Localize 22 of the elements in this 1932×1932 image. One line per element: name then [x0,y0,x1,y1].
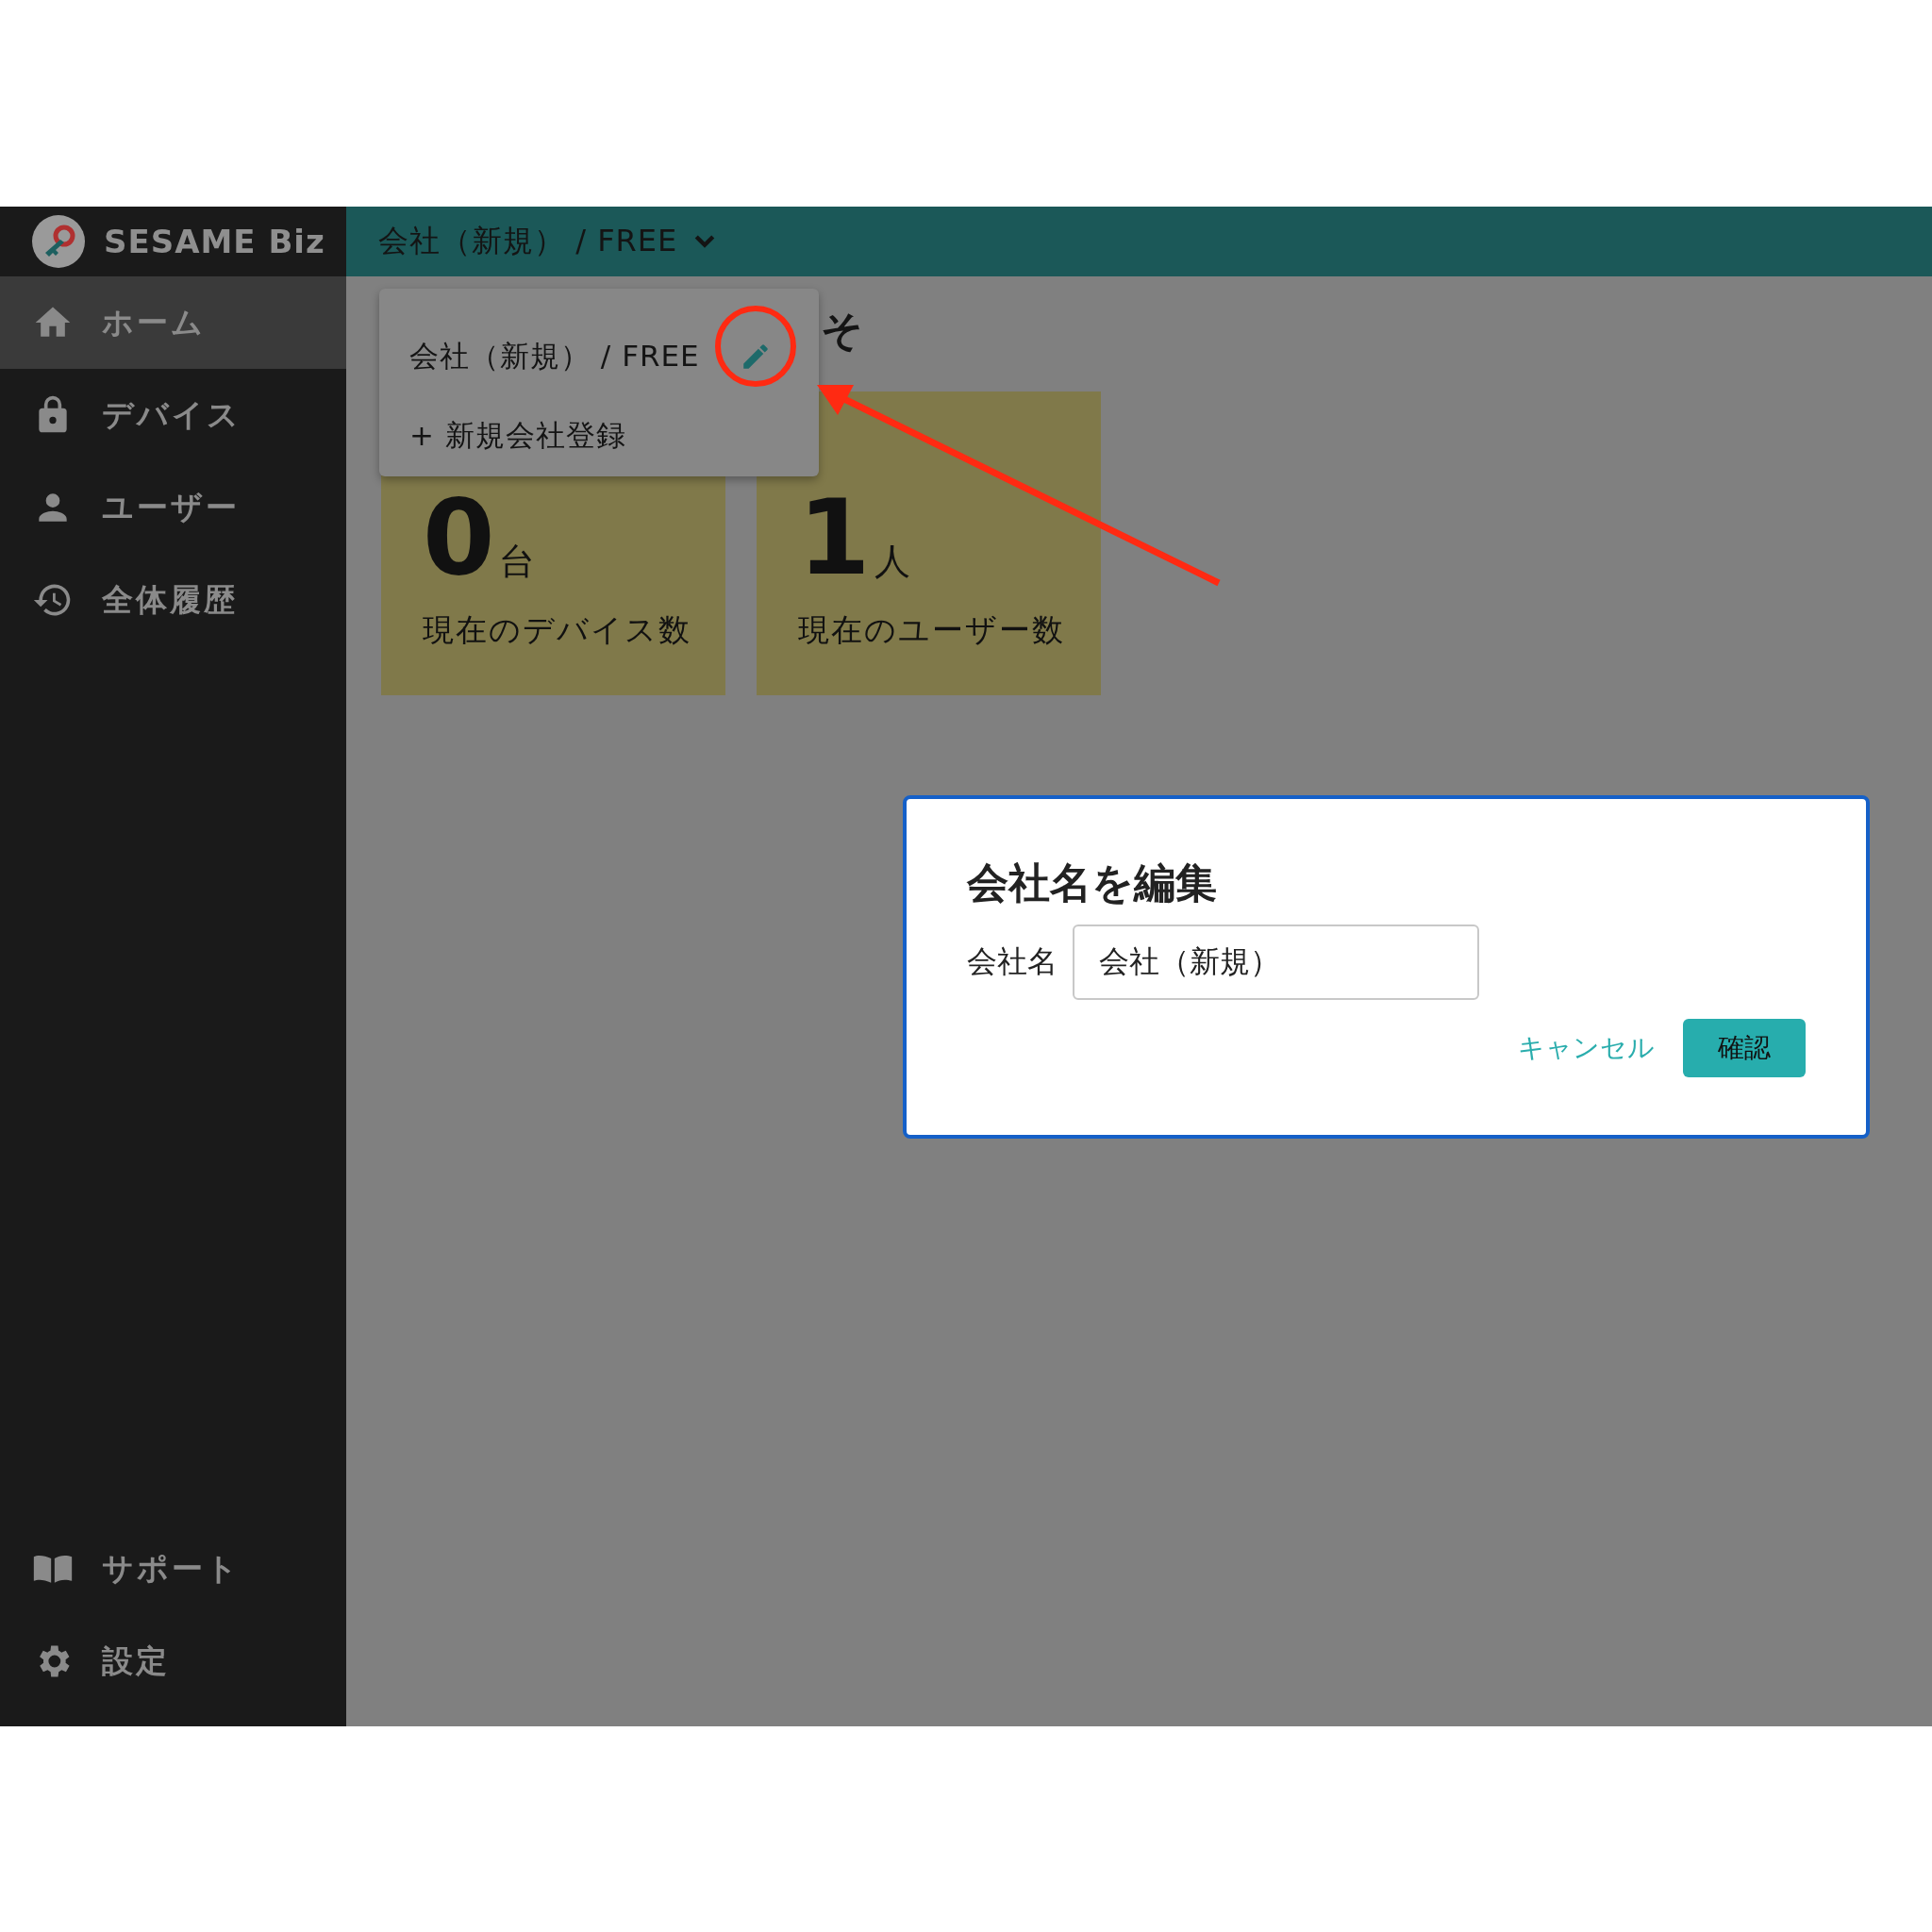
cancel-button[interactable]: キャンセル [1518,1030,1655,1066]
app-name: SESAME Biz [104,223,325,260]
field-label: 会社名 [967,942,1058,981]
stat-unit: 人 [874,540,910,584]
company-name-field[interactable]: 会社（新規） [1073,924,1479,1000]
nav-item[interactable]: 設定 [0,1615,346,1707]
dialog-title: 会社名を編集 [967,858,1218,908]
page-heading: そ [821,305,864,356]
nav-item[interactable]: サポート [0,1523,346,1615]
logo-icon [32,215,85,268]
menu-item[interactable]: + 新規会社登録 [409,416,626,456]
stat-value: 1 [798,486,871,590]
nav-item[interactable]: ホーム [0,276,346,369]
nav-item[interactable]: デバイス [0,369,346,461]
stat-value: 0 [423,486,495,590]
nav-item[interactable]: 全体履歴 [0,554,346,646]
stat-unit: 台 [498,540,535,584]
stat-label: 現在のデバイス数 [423,610,692,650]
menu-item[interactable]: 会社（新規） / FREE [409,337,700,376]
stat-label: 現在のユーザー数 [798,610,1066,650]
nav-item[interactable]: ユーザー [0,461,346,554]
confirm-button[interactable]: 確認 [1683,1019,1806,1077]
